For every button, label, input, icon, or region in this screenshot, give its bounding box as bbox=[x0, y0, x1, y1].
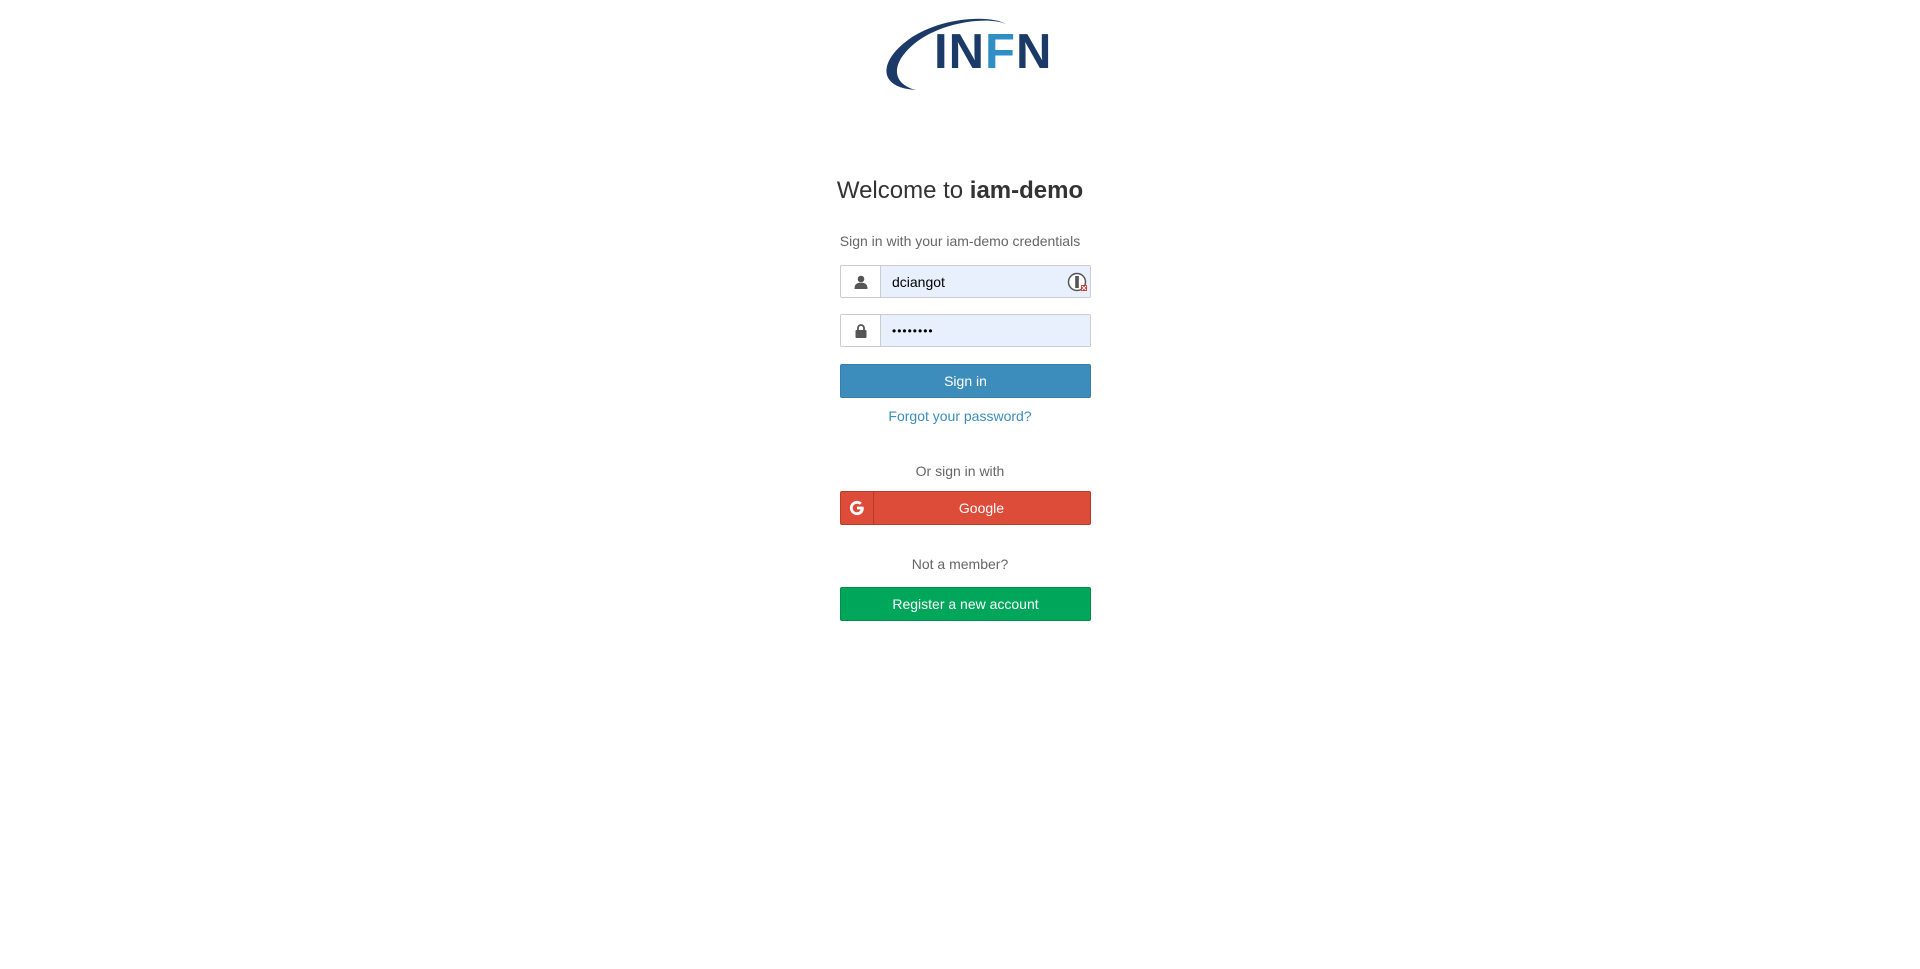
username-input[interactable]: dciangot bbox=[881, 266, 1090, 297]
infn-cnaf-logo: INFN bbox=[878, 10, 1051, 94]
org-name: iam-demo bbox=[969, 177, 1084, 204]
signin-subtitle: Sign in with your iam-demo credentials bbox=[839, 233, 1081, 249]
forgot-password-link-row: Forgot your password? bbox=[0, 408, 1920, 424]
google-button-label: Google bbox=[958, 500, 1005, 516]
or-sign-in-with-label: Or sign in with bbox=[915, 463, 1005, 479]
password-manager-icon[interactable] bbox=[1067, 272, 1087, 292]
welcome-prefix: Welcome to bbox=[836, 177, 970, 204]
google-sign-in-button[interactable]: Google bbox=[840, 491, 1091, 525]
register-button[interactable]: Register a new account bbox=[840, 587, 1091, 621]
page-title: Welcome to iam-demo bbox=[0, 177, 1920, 205]
password-input[interactable]: •••••••• bbox=[881, 315, 1090, 346]
password-field-group: •••••••• bbox=[840, 314, 1091, 347]
user-icon bbox=[841, 266, 881, 297]
forgot-password-link[interactable]: Forgot your password? bbox=[888, 408, 1031, 424]
not-a-member-label: Not a member? bbox=[911, 556, 1009, 572]
lock-icon bbox=[841, 315, 881, 346]
google-icon bbox=[841, 492, 874, 524]
sign-in-button[interactable]: Sign in bbox=[840, 364, 1091, 398]
username-field-group: dciangot bbox=[840, 265, 1091, 298]
